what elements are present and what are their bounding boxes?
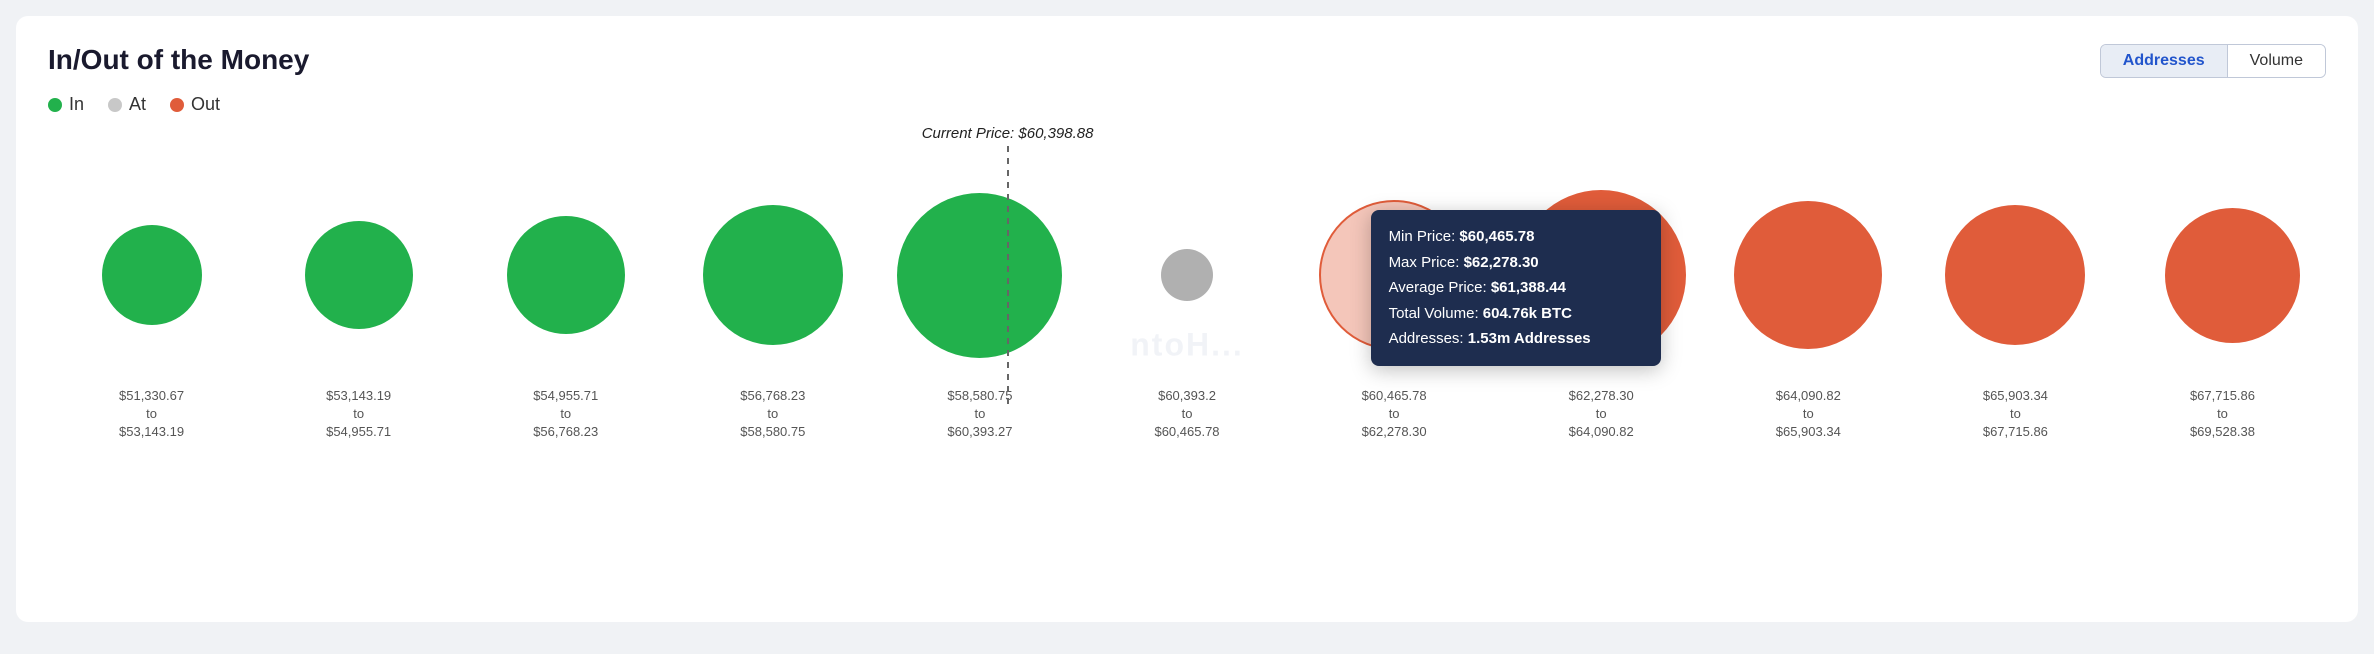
bubble-col-2 xyxy=(462,216,669,334)
legend-dot-in xyxy=(48,98,62,112)
legend-at: At xyxy=(108,94,146,115)
x-label-7-mid: to xyxy=(1498,405,1705,423)
bubble-6[interactable] xyxy=(1319,200,1469,350)
chart-title: In/Out of the Money xyxy=(48,44,2326,76)
chart-area: ntoH... Current Price: $60,398.88 xyxy=(48,175,2326,515)
addresses-button[interactable]: Addresses xyxy=(2101,45,2228,77)
bubble-3[interactable] xyxy=(703,205,843,345)
bubble-col-10 xyxy=(2119,208,2326,343)
x-label-6-bot: $62,278.30 xyxy=(1291,423,1498,441)
x-label-7-top: $62,278.30 xyxy=(1498,387,1705,405)
legend-dot-out xyxy=(170,98,184,112)
x-label-2-top: $54,955.71 xyxy=(462,387,669,405)
x-label-10-top: $67,715.86 xyxy=(2119,387,2326,405)
x-label-6-mid: to xyxy=(1291,405,1498,423)
bubble-0[interactable] xyxy=(102,225,202,325)
bubble-col-1 xyxy=(255,221,462,329)
x-label-5-top: $60,393.2 xyxy=(1083,387,1290,405)
bubble-7[interactable] xyxy=(1516,190,1686,360)
x-label-6: $60,465.78 to $62,278.30 xyxy=(1291,387,1498,442)
x-label-5: $60,393.2 to $60,465.78 xyxy=(1083,387,1290,442)
view-toggle: Addresses Volume xyxy=(2100,44,2326,78)
x-label-9-top: $65,903.34 xyxy=(1912,387,2119,405)
x-label-5-bot: $60,465.78 xyxy=(1083,423,1290,441)
x-label-1: $53,143.19 to $54,955.71 xyxy=(255,387,462,442)
legend-out: Out xyxy=(170,94,220,115)
x-label-3-bot: $58,580.75 xyxy=(669,423,876,441)
x-label-3: $56,768.23 to $58,580.75 xyxy=(669,387,876,442)
bubbles-row: Current Price: $60,398.88 Min Price: $60… xyxy=(48,175,2326,375)
bubble-col-6: Min Price: $60,465.78 Max Price: $62,278… xyxy=(1291,200,1498,350)
legend-in: In xyxy=(48,94,84,115)
current-price-line: Current Price: $60,398.88 xyxy=(922,125,1094,406)
x-label-4-mid: to xyxy=(876,405,1083,423)
x-label-10: $67,715.86 to $69,528.38 xyxy=(2119,387,2326,442)
x-label-1-bot: $54,955.71 xyxy=(255,423,462,441)
x-label-0-top: $51,330.67 xyxy=(48,387,255,405)
x-label-9-mid: to xyxy=(1912,405,2119,423)
volume-button[interactable]: Volume xyxy=(2228,45,2325,77)
x-label-10-mid: to xyxy=(2119,405,2326,423)
x-label-0-mid: to xyxy=(48,405,255,423)
x-label-7-bot: $64,090.82 xyxy=(1498,423,1705,441)
legend-label-out: Out xyxy=(191,94,220,115)
x-label-2-mid: to xyxy=(462,405,669,423)
x-label-4-bot: $60,393.27 xyxy=(876,423,1083,441)
legend: In At Out xyxy=(48,94,2326,115)
x-label-8: $64,090.82 to $65,903.34 xyxy=(1705,387,1912,442)
bubble-10[interactable] xyxy=(2165,208,2300,343)
x-label-5-mid: to xyxy=(1083,405,1290,423)
x-label-8-mid: to xyxy=(1705,405,1912,423)
bubble-2[interactable] xyxy=(507,216,625,334)
current-price-label: Current Price: $60,398.88 xyxy=(922,125,1094,142)
bubble-col-9 xyxy=(1912,205,2119,345)
x-label-8-top: $64,090.82 xyxy=(1705,387,1912,405)
x-label-9: $65,903.34 to $67,715.86 xyxy=(1912,387,2119,442)
x-label-0: $51,330.67 to $53,143.19 xyxy=(48,387,255,442)
legend-label-at: At xyxy=(129,94,146,115)
x-label-3-top: $56,768.23 xyxy=(669,387,876,405)
bubble-9[interactable] xyxy=(1945,205,2085,345)
x-label-0-bot: $53,143.19 xyxy=(48,423,255,441)
bubble-col-0 xyxy=(48,225,255,325)
bubble-1[interactable] xyxy=(305,221,413,329)
chart-container: In/Out of the Money In At Out Addresses … xyxy=(16,16,2358,622)
bubble-5[interactable] xyxy=(1161,249,1213,301)
x-label-1-mid: to xyxy=(255,405,462,423)
x-label-7: $62,278.30 to $64,090.82 xyxy=(1498,387,1705,442)
bubble-col-8 xyxy=(1705,201,1912,349)
bubble-col-4: Current Price: $60,398.88 xyxy=(876,193,1083,358)
x-label-9-bot: $67,715.86 xyxy=(1912,423,2119,441)
current-price-dashed xyxy=(1007,146,1009,406)
x-label-2-bot: $56,768.23 xyxy=(462,423,669,441)
x-label-8-bot: $65,903.34 xyxy=(1705,423,1912,441)
x-label-6-top: $60,465.78 xyxy=(1291,387,1498,405)
legend-dot-at xyxy=(108,98,122,112)
x-label-2: $54,955.71 to $56,768.23 xyxy=(462,387,669,442)
bubble-col-5 xyxy=(1083,249,1290,301)
bubble-col-7 xyxy=(1498,190,1705,360)
bubble-8[interactable] xyxy=(1734,201,1882,349)
bubble-col-3 xyxy=(669,205,876,345)
x-labels-row: $51,330.67 to $53,143.19 $53,143.19 to $… xyxy=(48,387,2326,442)
x-label-1-top: $53,143.19 xyxy=(255,387,462,405)
x-label-10-bot: $69,528.38 xyxy=(2119,423,2326,441)
x-label-3-mid: to xyxy=(669,405,876,423)
legend-label-in: In xyxy=(69,94,84,115)
